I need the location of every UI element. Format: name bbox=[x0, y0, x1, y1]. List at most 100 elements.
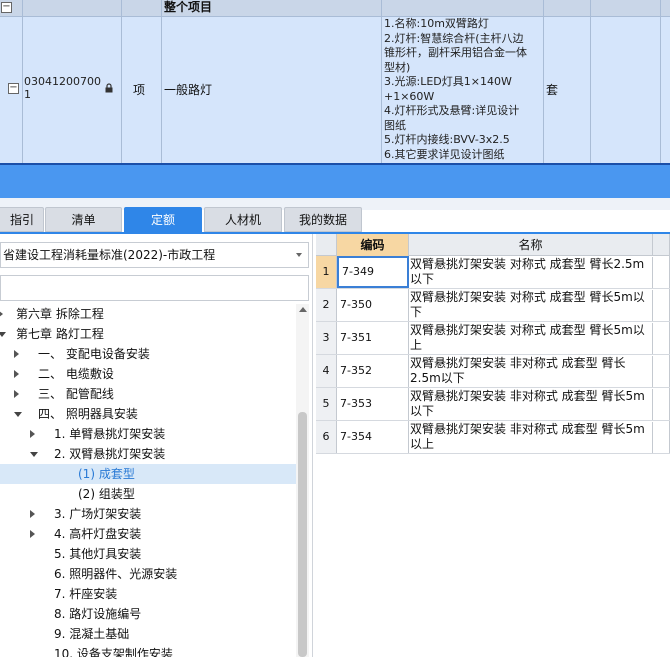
collapsed-arrow-icon[interactable] bbox=[30, 430, 35, 438]
chevron-down-icon[interactable] bbox=[296, 253, 302, 257]
name-column-header[interactable]: 名称 bbox=[409, 234, 653, 256]
tree-item[interactable]: 10. 设备支架制作安装 bbox=[0, 644, 296, 657]
row-number: 2 bbox=[316, 289, 337, 321]
panel-splitter[interactable] bbox=[0, 165, 670, 198]
extra-cell[interactable] bbox=[653, 289, 670, 321]
quota-code-cell[interactable]: 7-351 bbox=[337, 322, 409, 354]
tree-item[interactable]: 三、 配管配线 bbox=[0, 384, 296, 404]
quota-name-cell[interactable]: 双臂悬挑灯架安装 非对称式 成套型 臂长5m以下 bbox=[409, 389, 653, 420]
description-line: 型材) bbox=[384, 60, 411, 74]
bill-grid: − 整个项目 − 03041200700 1 项 一般路灯 1.名称:10m双臂… bbox=[0, 0, 670, 165]
quota-name-cell[interactable]: 双臂悬挑灯架安装 对称式 成套型 臂长2.5m以下 bbox=[409, 257, 653, 288]
description-line: 4.灯杆形式及悬臂:详见设计 bbox=[384, 104, 520, 117]
tree-item[interactable]: 8. 路灯设施编号 bbox=[0, 604, 296, 624]
tree-item[interactable]: 7. 杆座安装 bbox=[0, 584, 296, 604]
quota-name-cell[interactable]: 双臂悬挑灯架安装 对称式 成套型 臂长5m以下 bbox=[409, 290, 653, 321]
expanded-arrow-icon[interactable] bbox=[30, 452, 38, 457]
tree-item[interactable]: 3. 广场灯架安装 bbox=[0, 504, 296, 524]
bill-code-line-2: 1 bbox=[24, 88, 31, 101]
tree-item-label: (2) 组装型 bbox=[78, 487, 135, 501]
quota-name-cell[interactable]: 双臂悬挑灯架安装 非对称式 成套型 臂长2.5m以下 bbox=[409, 356, 653, 387]
bill-name: 一般路灯 bbox=[164, 83, 213, 97]
tree-item[interactable]: 四、 照明器具安装 bbox=[0, 404, 296, 424]
quota-code-cell[interactable]: 7-353 bbox=[337, 388, 409, 420]
tree-item[interactable]: 9. 混凝土基础 bbox=[0, 624, 296, 644]
scrollbar-thumb[interactable] bbox=[298, 412, 307, 657]
row-number: 3 bbox=[316, 322, 337, 354]
tree-item-label: 第七章 路灯工程 bbox=[16, 327, 104, 341]
search-input[interactable] bbox=[0, 275, 309, 301]
tree-item[interactable]: 一、 变配电设备安装 bbox=[0, 344, 296, 364]
extra-cell[interactable] bbox=[653, 322, 670, 354]
quota-tree-panel: 省建设工程消耗量标准(2022)-市政工程 第六章 拆除工程第七章 路灯工程一、… bbox=[0, 234, 313, 657]
description-line: 1.名称:10m双臂路灯 bbox=[384, 17, 489, 30]
quota-code-cell[interactable]: 7-352 bbox=[337, 355, 409, 387]
extra-cell[interactable] bbox=[653, 388, 670, 420]
quota-code-cell[interactable]: 7-349 bbox=[337, 256, 409, 288]
tree-item[interactable]: 2. 双臂悬挑灯架安装 bbox=[0, 444, 296, 464]
table-row[interactable]: 4 7-352 双臂悬挑灯架安装 非对称式 成套型 臂长2.5m以下 bbox=[316, 355, 670, 388]
collapsed-arrow-icon[interactable] bbox=[14, 350, 19, 358]
collapsed-arrow-icon[interactable] bbox=[0, 310, 3, 318]
extra-cell[interactable] bbox=[653, 256, 670, 288]
quota-name-cell[interactable]: 双臂悬挑灯架安装 非对称式 成套型 臂长5m以上 bbox=[409, 422, 653, 453]
tree-item[interactable]: 6. 照明器件、光源安装 bbox=[0, 564, 296, 584]
tree-item-label: 2. 双臂悬挑灯架安装 bbox=[54, 447, 166, 461]
tree-item-label: 一、 变配电设备安装 bbox=[38, 347, 150, 361]
tab-my-data[interactable]: 我的数据 bbox=[284, 207, 362, 232]
extra-cell[interactable] bbox=[653, 355, 670, 387]
quota-name-cell[interactable]: 双臂悬挑灯架安装 对称式 成套型 臂长5m以上 bbox=[409, 323, 653, 354]
tree-item-label: 1. 单臂悬挑灯架安装 bbox=[54, 427, 166, 441]
bill-code: 03041200700 1 bbox=[24, 75, 102, 101]
grid-divider bbox=[121, 0, 122, 163]
tree-scrollbar[interactable] bbox=[296, 304, 309, 657]
bill-item-row[interactable]: − 03041200700 1 项 一般路灯 1.名称:10m双臂路灯 2.灯杆:… bbox=[0, 17, 670, 163]
tree-item-label: 8. 路灯设施编号 bbox=[54, 607, 142, 621]
tree-item[interactable]: 5. 其他灯具安装 bbox=[0, 544, 296, 564]
tree-item-label: 6. 照明器件、光源安装 bbox=[54, 567, 178, 581]
table-row[interactable]: 6 7-354 双臂悬挑灯架安装 非对称式 成套型 臂长5m以上 bbox=[316, 421, 670, 454]
tree-item-label: 5. 其他灯具安装 bbox=[54, 547, 142, 561]
table-header: 编码 名称 bbox=[316, 234, 670, 256]
description-line: 2.灯杆:智慧综合杆(主杆八边 bbox=[384, 31, 524, 45]
tab-bill-list[interactable]: 清单 bbox=[45, 207, 122, 232]
quota-code-cell[interactable]: 7-350 bbox=[337, 289, 409, 321]
tree-item[interactable]: 1. 单臂悬挑灯架安装 bbox=[0, 424, 296, 444]
bill-type: 项 bbox=[133, 83, 146, 97]
tree-item[interactable]: (1) 成套型 bbox=[0, 464, 296, 484]
expanded-arrow-icon[interactable] bbox=[0, 332, 6, 337]
standard-select[interactable]: 省建设工程消耗量标准(2022)-市政工程 bbox=[0, 242, 309, 268]
tree-item[interactable]: 第六章 拆除工程 bbox=[0, 304, 296, 324]
tab-labor-material-machine[interactable]: 人材机 bbox=[204, 207, 282, 232]
collapsed-arrow-icon[interactable] bbox=[30, 510, 35, 518]
collapsed-arrow-icon[interactable] bbox=[30, 530, 35, 538]
table-row[interactable]: 5 7-353 双臂悬挑灯架安装 非对称式 成套型 臂长5m以下 bbox=[316, 388, 670, 421]
collapse-toggle-icon[interactable]: − bbox=[1, 2, 12, 13]
grid-group-row[interactable]: − 整个项目 bbox=[0, 0, 670, 17]
table-row[interactable]: 3 7-351 双臂悬挑灯架安装 对称式 成套型 臂长5m以上 bbox=[316, 322, 670, 355]
app-window: − 整个项目 − 03041200700 1 项 一般路灯 1.名称:10m双臂… bbox=[0, 0, 670, 657]
table-row[interactable]: 2 7-350 双臂悬挑灯架安装 对称式 成套型 臂长5m以下 bbox=[316, 289, 670, 322]
collapsed-arrow-icon[interactable] bbox=[14, 370, 19, 378]
tree-item[interactable]: 二、 电缆敷设 bbox=[0, 364, 296, 384]
tree-item-label: 3. 广场灯架安装 bbox=[54, 507, 142, 521]
group-title: 整个项目 bbox=[164, 0, 213, 14]
tree-item[interactable]: 第七章 路灯工程 bbox=[0, 324, 296, 344]
tab-quota[interactable]: 定额 bbox=[124, 207, 202, 232]
scroll-up-icon[interactable] bbox=[299, 307, 307, 312]
code-column-header[interactable]: 编码 bbox=[337, 234, 409, 256]
tree-item[interactable]: (2) 组装型 bbox=[0, 484, 296, 504]
extra-column-header[interactable] bbox=[653, 234, 670, 256]
row-number: 6 bbox=[316, 421, 337, 453]
collapsed-arrow-icon[interactable] bbox=[14, 390, 19, 398]
extra-cell[interactable] bbox=[653, 421, 670, 453]
tree-item-label: 四、 照明器具安装 bbox=[38, 407, 138, 421]
quota-code-cell[interactable]: 7-354 bbox=[337, 421, 409, 453]
tree-item-label: 7. 杆座安装 bbox=[54, 587, 118, 601]
table-row[interactable]: 1 7-349 双臂悬挑灯架安装 对称式 成套型 臂长2.5m以下 bbox=[316, 256, 670, 289]
collapse-toggle-icon[interactable]: − bbox=[8, 83, 19, 94]
tree-item[interactable]: 4. 高杆灯盘安装 bbox=[0, 524, 296, 544]
tab-guide[interactable]: 指引 bbox=[0, 207, 44, 232]
expanded-arrow-icon[interactable] bbox=[14, 412, 22, 417]
row-number: 1 bbox=[316, 256, 337, 288]
